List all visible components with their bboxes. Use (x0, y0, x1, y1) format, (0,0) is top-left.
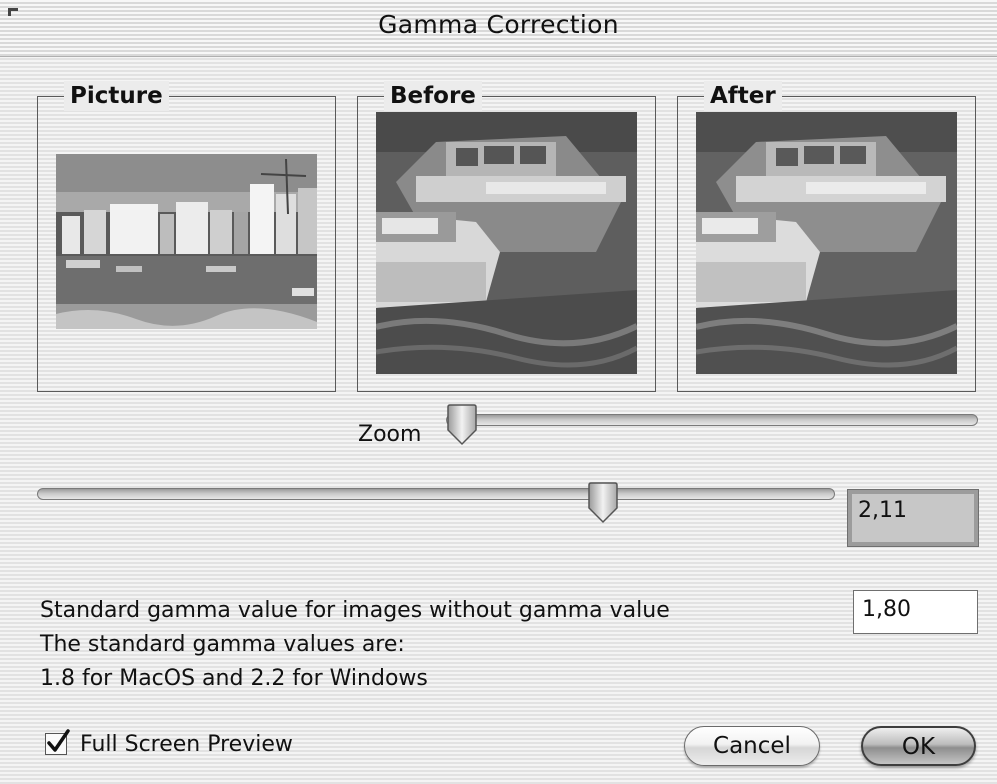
before-panel-label: Before (384, 81, 482, 111)
picture-thumbnail[interactable] (56, 154, 317, 329)
gamma-slider-thumb[interactable] (585, 482, 621, 524)
standard-gamma-label: Standard gamma value for images without … (40, 598, 670, 623)
checkmark-icon (47, 729, 70, 752)
zoom-slider-track[interactable] (446, 414, 978, 426)
picture-panel-label: Picture (64, 81, 169, 111)
after-panel-label: After (704, 81, 782, 111)
gamma-slider-track[interactable] (37, 488, 835, 500)
ok-button[interactable]: OK (861, 726, 976, 766)
zoom-label: Zoom (358, 422, 422, 447)
standard-gamma-input[interactable]: 1,80 (853, 590, 978, 634)
cancel-button[interactable]: Cancel (684, 726, 820, 766)
after-preview-image (696, 112, 957, 374)
full-screen-preview-checkbox[interactable] (45, 729, 70, 755)
full-screen-preview-label[interactable]: Full Screen Preview (80, 732, 293, 757)
standard-gamma-info-line2: 1.8 for MacOS and 2.2 for Windows (40, 666, 428, 691)
standard-gamma-info-line1: The standard gamma values are: (40, 632, 405, 657)
after-panel: After (677, 81, 976, 392)
gamma-value-field[interactable]: 2,11 (847, 489, 979, 547)
window-title: Gamma Correction (378, 10, 619, 39)
zoom-slider-thumb[interactable] (444, 404, 480, 446)
before-panel: Before (357, 81, 656, 392)
title-bar: Gamma Correction (0, 0, 997, 57)
picture-panel: Picture (37, 81, 336, 392)
before-preview-image (376, 112, 637, 374)
